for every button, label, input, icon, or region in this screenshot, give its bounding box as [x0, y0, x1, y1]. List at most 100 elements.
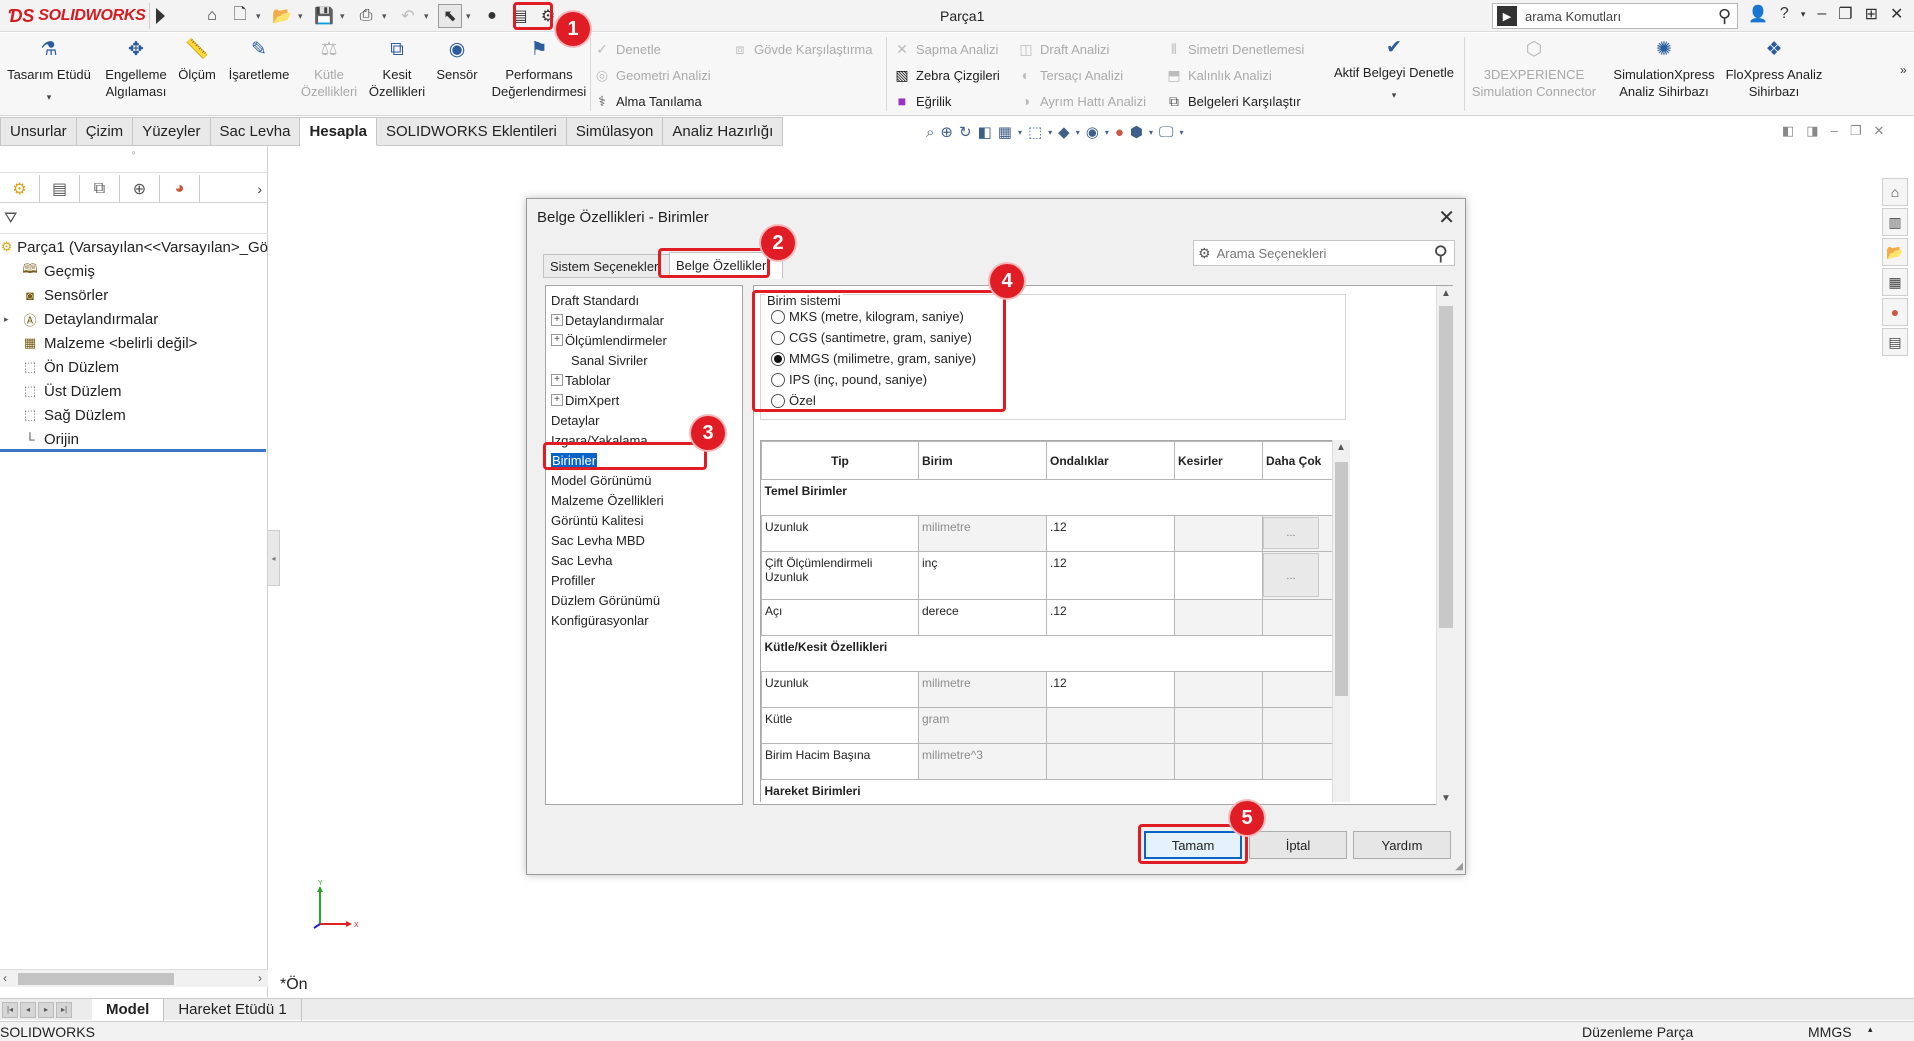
nav-item-virtual-sharps[interactable]: Sanal Sivriler — [546, 350, 742, 370]
save-icon[interactable]: 💾 — [312, 4, 336, 28]
tree-item-annotations[interactable]: ▸ Ⓐ Detaylandırmalar — [0, 307, 268, 331]
nav-item-configurations[interactable]: Konfigürasyonlar — [546, 610, 742, 630]
search-icon[interactable]: ⚲ — [1718, 6, 1731, 27]
parting-line-analysis-button[interactable]: ◑ Ayrım Hattı Analizi — [1018, 93, 1146, 109]
scroll-left-icon[interactable]: ‹ — [3, 971, 7, 985]
solidworks-resources-icon[interactable]: ⌂ — [1882, 178, 1908, 206]
zebra-stripes-button[interactable]: ▧ Zebra Çizgileri — [894, 67, 999, 84]
markup-button[interactable]: ✎ İşaretleme — [224, 40, 294, 83]
nav-item-plane-display[interactable]: Düzlem Görünümü — [546, 590, 742, 610]
tree-item-history[interactable]: 🕮 Geçmiş — [0, 259, 268, 283]
chevron-up-icon[interactable]: ▴ — [1868, 1024, 1873, 1035]
nav-item-tables[interactable]: + Tablolar — [546, 370, 742, 390]
nav-item-sheet-metal-mbd[interactable]: Sac Levha MBD — [546, 530, 742, 550]
chevron-down-icon[interactable]: ▾ — [424, 11, 434, 22]
previous-view-icon[interactable]: ↻ — [959, 123, 972, 141]
tab-model[interactable]: Model — [92, 998, 165, 1021]
scroll-thumb[interactable] — [1335, 462, 1348, 696]
command-search-input[interactable]: arama Komutları — [1525, 9, 1718, 24]
display-style-icon[interactable]: ◆ — [1058, 123, 1070, 141]
active-document-check-button[interactable]: ✔ Aktif Belgeyi Denetle ▾ — [1326, 38, 1462, 104]
configuration-manager-tab-icon[interactable]: ⧉ — [80, 174, 120, 203]
rollback-bar[interactable] — [0, 449, 266, 452]
import-diagnostics-button[interactable]: ⚕ Alma Tanılama — [594, 93, 702, 110]
expand-plus-icon[interactable]: + — [551, 374, 563, 386]
tab-eklentiler[interactable]: SOLIDWORKS Eklentileri — [376, 117, 567, 146]
panel-collapse-handle[interactable]: ◂ — [268, 530, 280, 586]
nav-item-image-quality[interactable]: Görüntü Kalitesi — [546, 510, 742, 530]
tab-sac-levha[interactable]: Sac Levha — [210, 117, 301, 146]
options-search-box[interactable]: ⚙ Arama Seçenekleri ⚲ — [1193, 240, 1455, 266]
3dexperience-button[interactable]: ⬡ 3DEXPERIENCE Simulation Connector — [1466, 40, 1602, 100]
scroll-thumb[interactable] — [1439, 306, 1453, 628]
solidworks-logo[interactable]: ƊS SOLIDWORKS — [4, 3, 150, 29]
view-settings-icon[interactable]: 🖵 — [1159, 124, 1173, 141]
tree-item-top-plane[interactable]: ⬚ Üst Düzlem — [0, 379, 268, 403]
tab-analiz-hazirligi[interactable]: Analiz Hazırlığı — [663, 117, 784, 146]
design-study-button[interactable]: ⚗ Tasarım Etüdü ▾ — [6, 40, 92, 106]
new-document-icon[interactable]: 🗋 — [228, 4, 252, 28]
cell-unit[interactable]: inç — [918, 551, 1047, 600]
scroll-up-icon[interactable]: ▲ — [1441, 288, 1451, 299]
appearance-icon[interactable]: ● — [1115, 124, 1124, 141]
expand-plus-icon[interactable]: + — [551, 394, 563, 406]
chevron-down-icon[interactable]: ▾ — [1018, 128, 1022, 137]
custom-properties-icon[interactable]: ▤ — [1882, 328, 1908, 356]
tab-yuzeyler[interactable]: Yüzeyler — [133, 117, 211, 146]
cell-decimals[interactable]: .12 — [1046, 551, 1175, 600]
chevron-down-icon[interactable]: ▾ — [298, 11, 308, 22]
display-manager-tab-icon[interactable]: ◕ — [160, 174, 200, 203]
prev-tab-icon[interactable]: ◂ — [20, 1001, 36, 1018]
nav-item-annotations[interactable]: + Detaylandırmalar — [546, 310, 742, 330]
sensor-button[interactable]: ◉ Sensör — [432, 40, 482, 83]
tile-icon[interactable]: ⊞ — [1865, 4, 1878, 24]
ribbon-overflow-icon[interactable]: » — [1900, 63, 1907, 77]
cancel-button[interactable]: İptal — [1249, 831, 1347, 859]
minimize-icon[interactable]: – — [1817, 5, 1826, 23]
scroll-up-icon[interactable]: ▲ — [1336, 442, 1346, 453]
table-scrollbar[interactable]: ▲ — [1332, 440, 1350, 802]
expand-plus-icon[interactable]: + — [551, 314, 563, 326]
chevron-down-icon[interactable]: ▾ — [1801, 9, 1806, 20]
chevron-down-icon[interactable]: ▾ — [256, 11, 266, 22]
chevron-down-icon[interactable]: ▾ — [466, 11, 476, 22]
tree-item-material[interactable]: ▦ Malzeme <belirli değil> — [0, 331, 268, 355]
cell-decimals[interactable]: .12 — [1046, 671, 1175, 708]
help-icon[interactable]: ? — [1780, 5, 1789, 23]
zoom-to-area-icon[interactable]: ⊕ — [940, 123, 953, 141]
first-tab-icon[interactable]: |◂ — [2, 1001, 18, 1018]
tree-item-front-plane[interactable]: ⬚ Ön Düzlem — [0, 355, 268, 379]
scroll-thumb[interactable] — [18, 973, 174, 985]
body-compare-button[interactable]: ⧈ Gövde Karşılaştırma — [732, 41, 873, 58]
zoom-to-fit-icon[interactable]: ⌕ — [926, 124, 934, 141]
close-icon[interactable]: ✕ — [1438, 205, 1455, 230]
tab-unsurlar[interactable]: Unsurlar — [0, 117, 77, 146]
thickness-analysis-button[interactable]: ⬒ Kalınlık Analizi — [1166, 67, 1271, 84]
user-icon[interactable]: 👤 — [1748, 4, 1768, 24]
chevron-down-icon[interactable]: ▾ — [1105, 128, 1109, 137]
expand-plus-icon[interactable]: + — [551, 334, 563, 346]
chevron-down-icon[interactable]: ▾ — [340, 11, 350, 22]
tab-motion-study[interactable]: Hareket Etüdü 1 — [164, 998, 302, 1021]
mass-properties-button[interactable]: ⚖ Kütle Özellikleri — [296, 40, 362, 100]
page-scrollbar[interactable]: ▲ ▼ — [1436, 286, 1454, 806]
more-ellipsis-button[interactable]: ... — [1263, 517, 1319, 549]
cell-decimals[interactable]: .12 — [1046, 599, 1175, 636]
scroll-right-icon[interactable]: › — [258, 971, 262, 985]
options-search-input[interactable]: Arama Seçenekleri — [1217, 246, 1434, 261]
cell-more[interactable]: ... — [1262, 551, 1332, 600]
tree-filter[interactable]: ⛛ — [0, 204, 268, 234]
feature-manager-tab-icon[interactable]: ⚙ — [0, 174, 40, 203]
nav-item-dimensions[interactable]: + Ölçümlendirmeler — [546, 330, 742, 350]
nav-item-model-display[interactable]: Model Görünümü — [546, 470, 742, 490]
traffic-light-icon[interactable]: ● — [480, 4, 504, 28]
chevron-right-icon[interactable]: › — [257, 181, 262, 197]
last-tab-icon[interactable]: ▸| — [56, 1001, 72, 1018]
chevron-down-icon[interactable]: ▾ — [1179, 128, 1183, 137]
scene-icon[interactable]: ⬢ — [1130, 123, 1143, 141]
tree-item-sensors[interactable]: ◙ Sensörler — [0, 283, 268, 307]
tree-root-part[interactable]: ⚙ Parça1 (Varsayılan<<Varsayılan>_Gö — [0, 235, 268, 259]
chevron-down-icon[interactable]: ▾ — [1048, 128, 1052, 137]
file-explorer-icon[interactable]: 📂 — [1882, 238, 1908, 266]
resize-grip-icon[interactable]: ◢ — [1455, 861, 1463, 872]
